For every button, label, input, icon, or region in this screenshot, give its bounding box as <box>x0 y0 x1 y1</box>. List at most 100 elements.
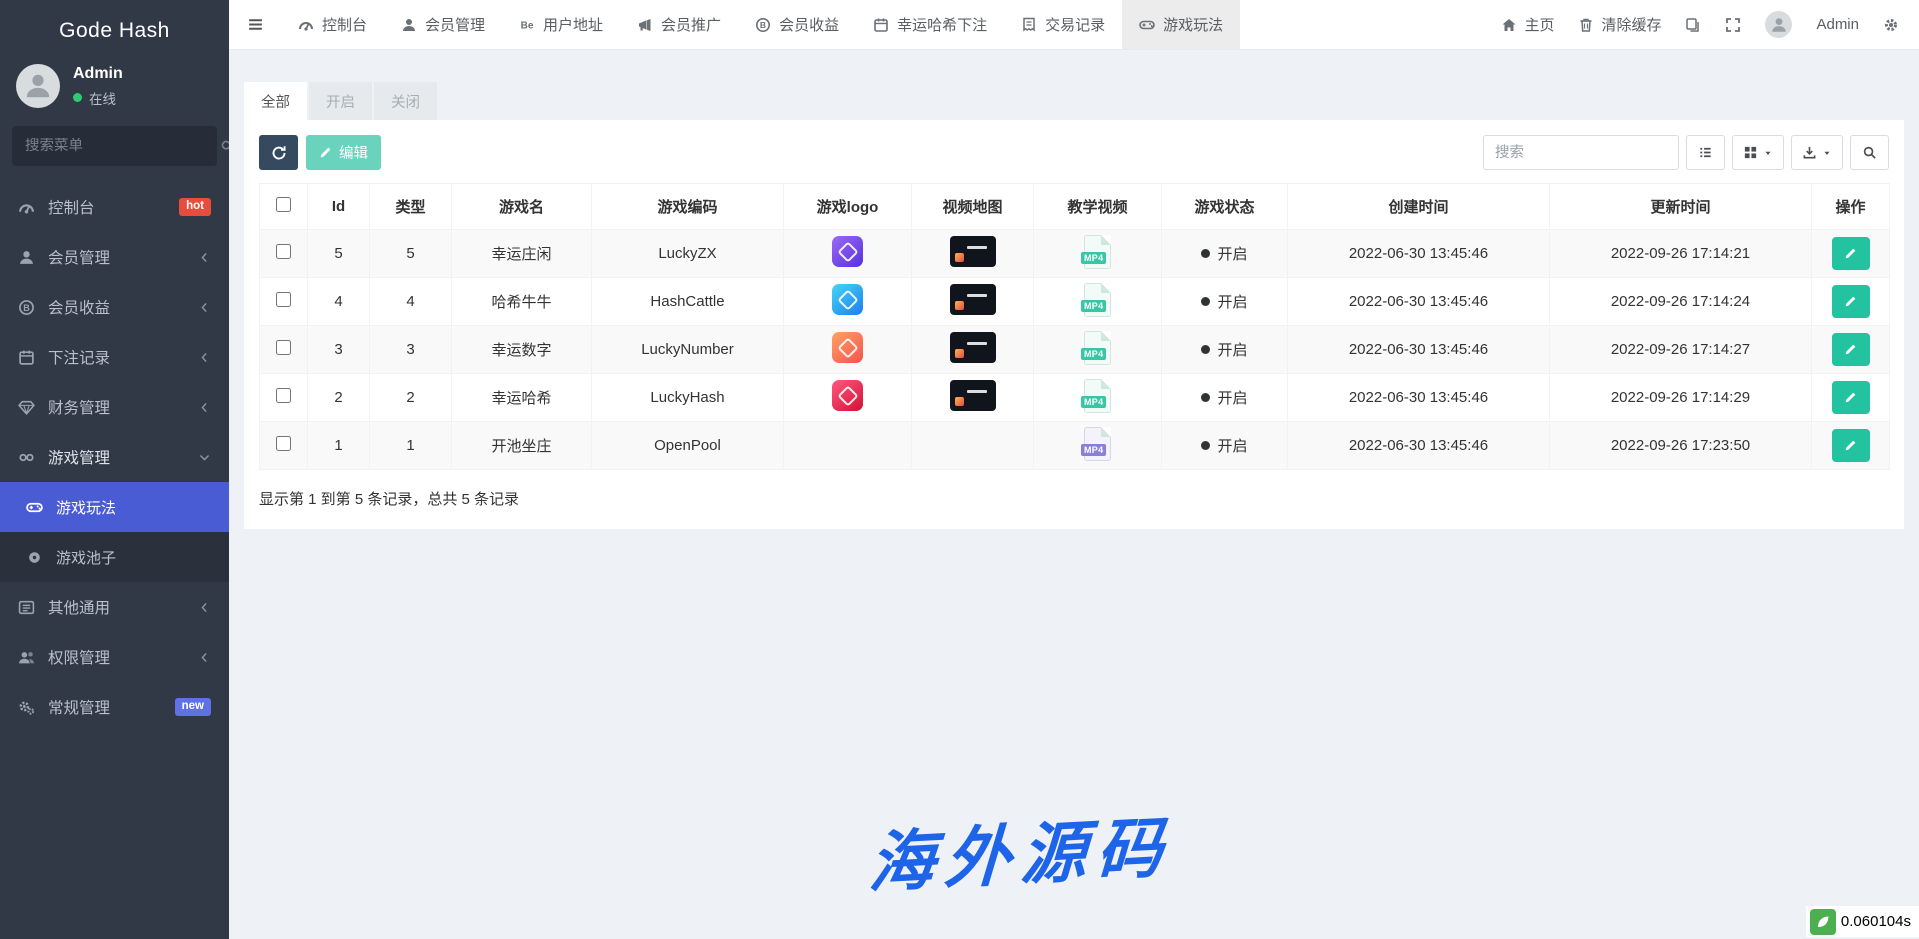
row-edit-button[interactable] <box>1832 237 1870 270</box>
header-tutorial[interactable]: 教学视频 <box>1034 184 1162 230</box>
new-badge: new <box>175 698 211 716</box>
clear-cache-button[interactable]: 清除缓存 <box>1578 14 1661 35</box>
row-edit-button[interactable] <box>1832 429 1870 462</box>
status-label: 开启 <box>1217 435 1247 456</box>
video-map-thumbnail[interactable] <box>950 332 996 363</box>
header-status[interactable]: 游戏状态 <box>1162 184 1288 230</box>
tutorial-video-icon[interactable]: MP4 <box>1084 283 1111 317</box>
header-name[interactable]: 游戏名 <box>452 184 592 230</box>
pencil-icon <box>1844 391 1857 404</box>
export-icon <box>1802 145 1817 160</box>
export-button[interactable] <box>1791 135 1843 170</box>
video-map-thumbnail[interactable] <box>950 284 996 315</box>
toggle-view-button[interactable] <box>1686 135 1725 170</box>
behance-icon <box>519 17 535 33</box>
tab-all[interactable]: 全部 <box>244 82 307 120</box>
row-checkbox[interactable] <box>276 292 291 307</box>
header-video-map[interactable]: 视频地图 <box>912 184 1034 230</box>
dashboard-icon <box>18 199 35 216</box>
sidebar-item-game-play[interactable]: 游戏玩法 <box>0 482 229 532</box>
file-type-label: MP4 <box>1081 444 1106 456</box>
topnav-tab-console[interactable]: 控制台 <box>281 0 384 49</box>
home-link[interactable]: 主页 <box>1501 14 1554 35</box>
sidebar-item-other-general[interactable]: 其他通用 <box>0 582 229 632</box>
cell-type: 5 <box>370 230 452 278</box>
sidebar-item-label: 会员收益 <box>48 296 185 318</box>
header-updated[interactable]: 更新时间 <box>1550 184 1812 230</box>
row-checkbox[interactable] <box>276 340 291 355</box>
refresh-icon <box>271 145 287 161</box>
header-id[interactable]: Id <box>308 184 370 230</box>
sidebar-item-bet-records[interactable]: 下注记录 <box>0 332 229 382</box>
search-icon <box>1862 145 1877 160</box>
topnav-tab-transactions[interactable]: 交易记录 <box>1004 0 1122 49</box>
columns-button[interactable] <box>1732 135 1784 170</box>
cell-logo-empty <box>784 422 912 470</box>
edit-button-label: 编辑 <box>339 142 368 163</box>
receipt-icon <box>1021 17 1037 33</box>
edit-button[interactable]: 编辑 <box>306 135 381 170</box>
pencil-icon <box>1844 343 1857 356</box>
topbar-username[interactable]: Admin <box>1816 16 1859 33</box>
chevron-left-icon <box>198 401 211 414</box>
select-all-checkbox[interactable] <box>276 197 291 212</box>
sidebar-item-game-pool[interactable]: 游戏池子 <box>0 532 229 582</box>
tutorial-video-icon[interactable]: MP4 <box>1084 427 1111 461</box>
game-logo <box>832 236 863 267</box>
tab-closed[interactable]: 关闭 <box>374 82 437 120</box>
row-checkbox[interactable] <box>276 244 291 259</box>
search-toggle-button[interactable] <box>1850 135 1889 170</box>
row-edit-button[interactable] <box>1832 285 1870 318</box>
topnav-tab-game-play[interactable]: 游戏玩法 <box>1122 0 1240 49</box>
trash-icon <box>1578 17 1594 33</box>
table-search-input[interactable] <box>1483 135 1679 170</box>
row-checkbox[interactable] <box>276 388 291 403</box>
sidebar-item-finance[interactable]: 财务管理 <box>0 382 229 432</box>
topnav-tab-members[interactable]: 会员管理 <box>384 0 502 49</box>
sidebar-item-member-earnings[interactable]: 会员收益 <box>0 282 229 332</box>
topnav-tab-user-address[interactable]: 用户地址 <box>502 0 620 49</box>
game-logo <box>832 380 863 411</box>
video-map-thumbnail[interactable] <box>950 236 996 267</box>
game-logo <box>832 284 863 315</box>
topnav-tab-member-earnings[interactable]: 会员收益 <box>738 0 856 49</box>
sidebar-item-game-management[interactable]: 游戏管理 <box>0 432 229 482</box>
sidebar-item-label: 其他通用 <box>48 596 185 618</box>
refresh-button[interactable] <box>259 135 298 170</box>
fullscreen-button[interactable] <box>1725 17 1741 33</box>
sidebar-search-input[interactable] <box>25 138 212 154</box>
avatar[interactable] <box>16 64 60 108</box>
video-map-thumbnail[interactable] <box>950 380 996 411</box>
header-created[interactable]: 创建时间 <box>1288 184 1550 230</box>
sidebar-item-members[interactable]: 会员管理 <box>0 232 229 282</box>
header-type[interactable]: 类型 <box>370 184 452 230</box>
sidebar-item-console[interactable]: 控制台 hot <box>0 182 229 232</box>
header-code[interactable]: 游戏编码 <box>592 184 784 230</box>
user-status: 在线 <box>73 88 123 108</box>
sidebar-item-permissions[interactable]: 权限管理 <box>0 632 229 682</box>
row-edit-button[interactable] <box>1832 381 1870 414</box>
tutorial-video-icon[interactable]: MP4 <box>1084 331 1111 365</box>
columns-icon <box>1743 145 1758 160</box>
copy-page-button[interactable] <box>1685 17 1701 33</box>
row-checkbox[interactable] <box>276 436 291 451</box>
tab-open[interactable]: 开启 <box>309 82 372 120</box>
settings-button[interactable] <box>1883 17 1899 33</box>
menu-toggle-button[interactable] <box>229 0 281 49</box>
tutorial-video-icon[interactable]: MP4 <box>1084 235 1111 269</box>
cell-video-empty <box>912 422 1034 470</box>
cell-code: LuckyZX <box>592 230 784 278</box>
tutorial-video-icon[interactable]: MP4 <box>1084 379 1111 413</box>
status-badge: 开启 <box>1201 387 1247 408</box>
topnav-tab-lucky-hash-bet[interactable]: 幸运哈希下注 <box>856 0 1004 49</box>
user-icon <box>1770 16 1788 34</box>
cell-created: 2022-06-30 13:45:46 <box>1288 422 1550 470</box>
sidebar-item-label: 游戏管理 <box>48 446 185 468</box>
gear-icon <box>1883 17 1899 33</box>
row-edit-button[interactable] <box>1832 333 1870 366</box>
table-panel: 编辑 <box>244 120 1904 529</box>
topnav-tab-member-promotion[interactable]: 会员推广 <box>620 0 738 49</box>
header-logo[interactable]: 游戏logo <box>784 184 912 230</box>
topbar-avatar[interactable] <box>1765 11 1792 38</box>
sidebar-item-general-management[interactable]: 常规管理 new <box>0 682 229 732</box>
